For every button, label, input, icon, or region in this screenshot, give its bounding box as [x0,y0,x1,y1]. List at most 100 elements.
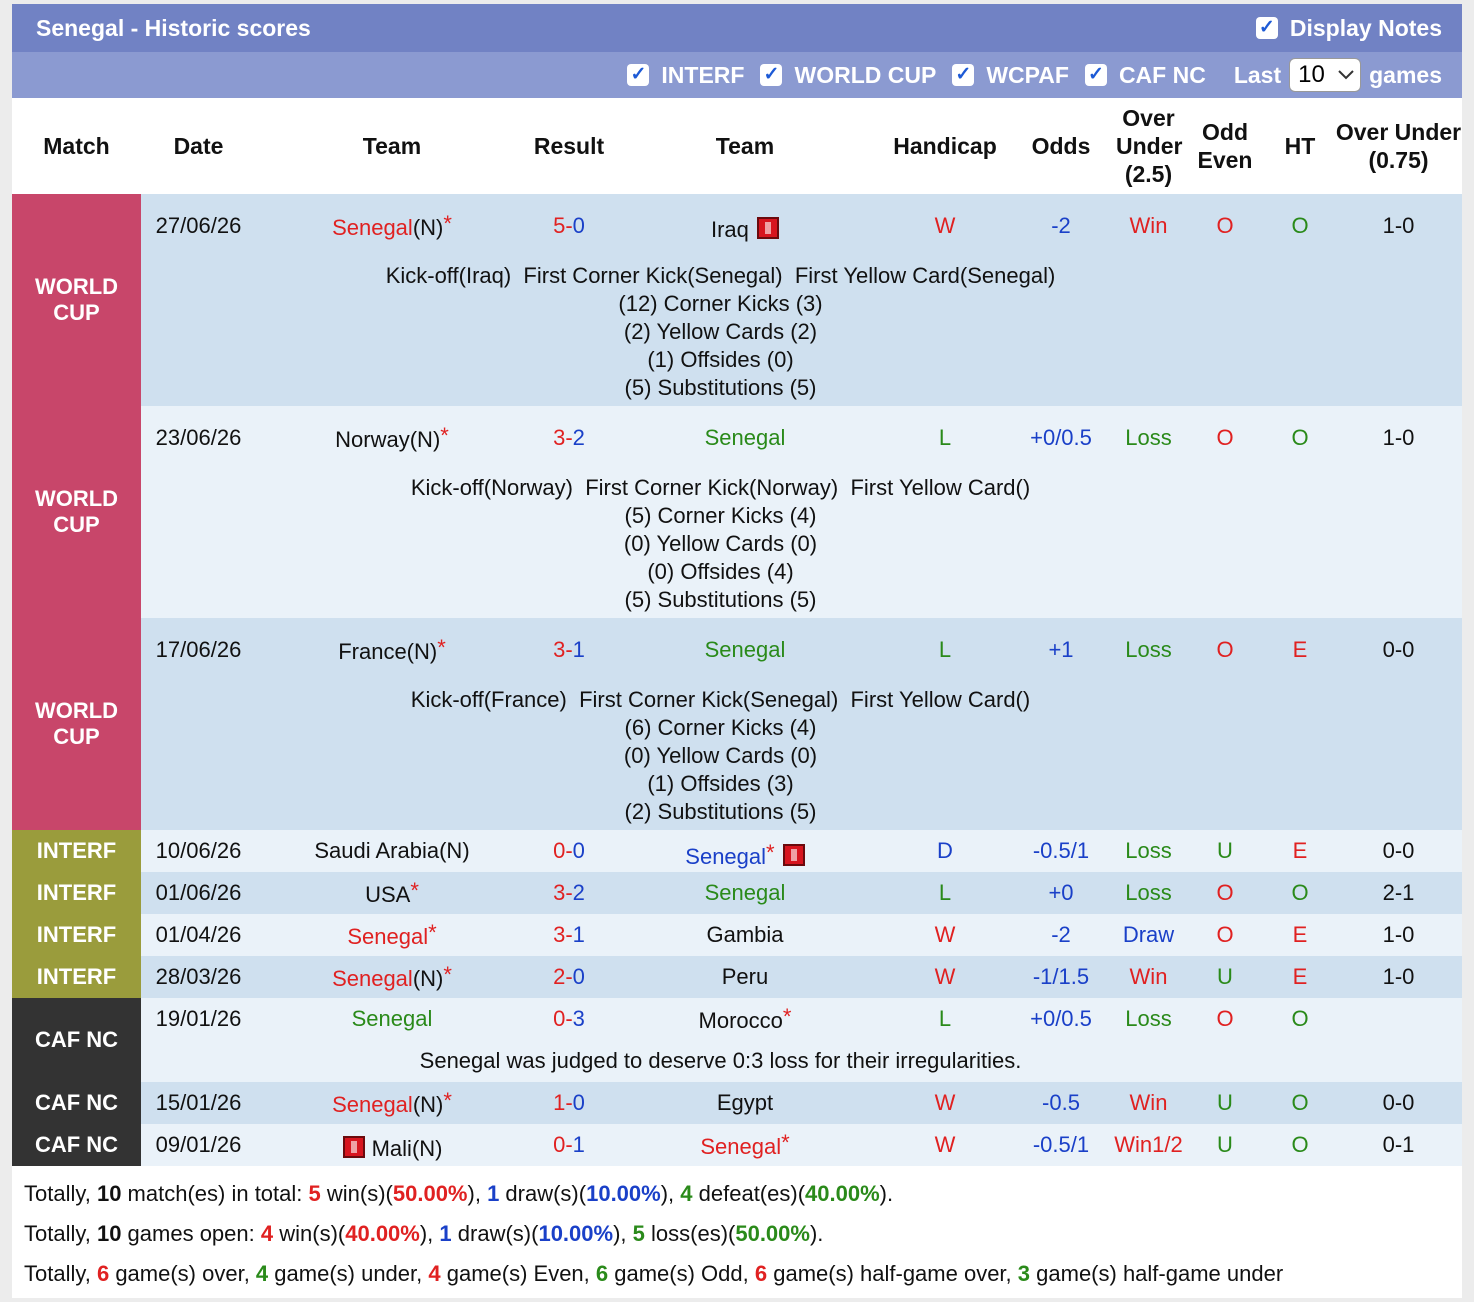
away-team-name[interactable]: Senegal [705,880,786,905]
match-result[interactable]: 3-2 [528,872,610,914]
column-header: Team [362,133,422,159]
away-team[interactable]: Gambia [610,914,880,956]
over-under: O [1185,872,1265,914]
checkbox-icon[interactable]: ✓ [1255,17,1278,39]
matches-table: Match Date Team Result Team Handicap Odds Over … [12,98,1462,1166]
table-row: CAF NC 09/01/26 Mali(N) 0-1 Senegal* W -0.5/1… [12,1124,1462,1166]
away-team[interactable]: Peru [610,956,880,998]
display-notes-label: Display Notes [1289,14,1442,41]
home-team-name[interactable]: Saudi Arabia(N) [314,838,469,863]
home-team[interactable]: Senegal* [256,914,528,956]
filter-label: CAF NC [1118,61,1206,88]
home-team-name[interactable]: Senegal(N) [332,1092,443,1117]
match-date: 27/06/26 [141,194,256,258]
home-team-name[interactable]: Senegal(N) [332,966,443,991]
league-badge[interactable]: WORLD CUP [12,618,141,830]
match-result[interactable]: 0-3 [528,998,610,1040]
away-team-name[interactable]: Gambia [706,922,783,947]
checkbox-icon[interactable]: ✓ [760,64,783,86]
home-team[interactable]: Senegal(N)* [256,194,528,258]
away-team-name[interactable]: Morocco [699,1008,783,1033]
checkbox-icon[interactable]: ✓ [1084,64,1107,86]
summary-text: Totally, [24,1181,97,1206]
over-under: U [1185,1124,1265,1166]
odd-even: E [1265,830,1335,872]
league-badge[interactable]: CAF NC [12,1124,141,1166]
home-team-name[interactable]: Mali(N) [372,1136,443,1161]
league-badge[interactable]: WORLD CUP [12,406,141,618]
home-team-name[interactable]: Senegal [352,1006,433,1031]
home-team[interactable]: Senegal(N)* [256,956,528,998]
last-games-select[interactable]: 10 [1289,58,1362,92]
filter-interf[interactable]: ✓ INTERF [627,62,744,89]
away-team-name[interactable]: Egypt [717,1090,773,1115]
away-team-name[interactable]: Senegal [685,844,766,869]
away-team[interactable]: Senegal [610,618,880,682]
checkbox-icon[interactable]: ✓ [952,64,975,86]
home-team[interactable]: France(N)* [256,618,528,682]
score-dash: - [565,1006,573,1031]
league-badge[interactable]: INTERF [12,956,141,998]
league-badge[interactable]: WORLD CUP [12,194,141,406]
away-team[interactable]: Senegal [610,406,880,470]
summary-text: win(s)( [273,1221,346,1246]
match-result[interactable]: 3-1 [528,618,610,682]
match-result[interactable]: 3-1 [528,914,610,956]
home-team-name[interactable]: Norway(N) [335,427,440,452]
home-team-name[interactable]: Senegal [347,924,428,949]
note-line: (0) Offsides (4) [647,559,794,584]
away-goals: 0 [572,1090,585,1115]
red-card-icon [782,844,805,866]
match-result[interactable]: 0-0 [528,830,610,872]
away-team-name[interactable]: Senegal [705,425,786,450]
match-result[interactable]: 5-0 [528,194,610,258]
filter-bar: ✓ INTERF ✓ WORLD CUP ✓ WCPAF ✓ CAF NC Last 10 g… [12,52,1462,98]
league-badge[interactable]: CAF NC [12,1082,141,1124]
away-team[interactable]: Senegal* [610,1124,880,1166]
match-result[interactable]: 2-0 [528,956,610,998]
home-team[interactable]: Senegal [256,998,528,1040]
home-team[interactable]: Norway(N)* [256,406,528,470]
home-team[interactable]: Saudi Arabia(N) [256,830,528,872]
home-team-name[interactable]: USA [365,882,410,907]
summary-text: ), [613,1221,633,1246]
display-notes-toggle[interactable]: ✓ Display Notes [1255,14,1442,42]
summary-text: loss(es)( [644,1221,736,1246]
away-team[interactable]: Iraq [610,194,880,258]
match-result[interactable]: 3-2 [528,406,610,470]
summary-text: game(s) half-game over, [767,1261,1018,1286]
away-team-name[interactable]: Iraq [711,217,749,242]
star-marker: * [781,1130,790,1155]
away-team-name[interactable]: Senegal [705,637,786,662]
away-team[interactable]: Senegal [610,872,880,914]
filter-caf-nc[interactable]: ✓ CAF NC [1084,61,1206,89]
match-result[interactable]: 0-1 [528,1124,610,1166]
star-marker: * [428,920,437,945]
checkbox-icon[interactable]: ✓ [627,64,650,86]
title-bar: Senegal - Historic scores ✓ Display Note… [12,4,1462,52]
home-team[interactable]: Senegal(N)* [256,1082,528,1124]
away-team[interactable]: Senegal* [610,830,880,872]
league-badge[interactable]: INTERF [12,914,141,956]
win-loss: W [880,194,1010,258]
filter-wcpaf[interactable]: ✓ WCPAF [952,62,1069,89]
summary-line: Totally, 6 game(s) over, 4 game(s) under… [24,1254,1450,1294]
home-team-name[interactable]: Senegal(N) [332,215,443,240]
odds-result: Loss [1112,830,1185,872]
red-card-icon [343,1136,366,1158]
league-badge[interactable]: INTERF [12,872,141,914]
home-team[interactable]: USA* [256,872,528,914]
away-team[interactable]: Morocco* [610,998,880,1040]
away-team-name[interactable]: Peru [722,964,768,989]
summary-text: ), [467,1181,488,1206]
table-header: Match Date Team Result Team Handicap Odds Over … [12,98,1462,194]
table-row: INTERF 01/06/26 USA* 3-2 Senegal L +0 Loss O O 2-1… [12,872,1462,914]
away-team-name[interactable]: Senegal [700,1134,781,1159]
home-team[interactable]: Mali(N) [256,1124,528,1166]
league-badge[interactable]: CAF NC [12,998,141,1082]
home-team-name[interactable]: France(N) [338,639,437,664]
away-team[interactable]: Egypt [610,1082,880,1124]
match-result[interactable]: 1-0 [528,1082,610,1124]
league-badge[interactable]: INTERF [12,830,141,872]
filter-world-cup[interactable]: ✓ WORLD CUP [760,62,936,89]
